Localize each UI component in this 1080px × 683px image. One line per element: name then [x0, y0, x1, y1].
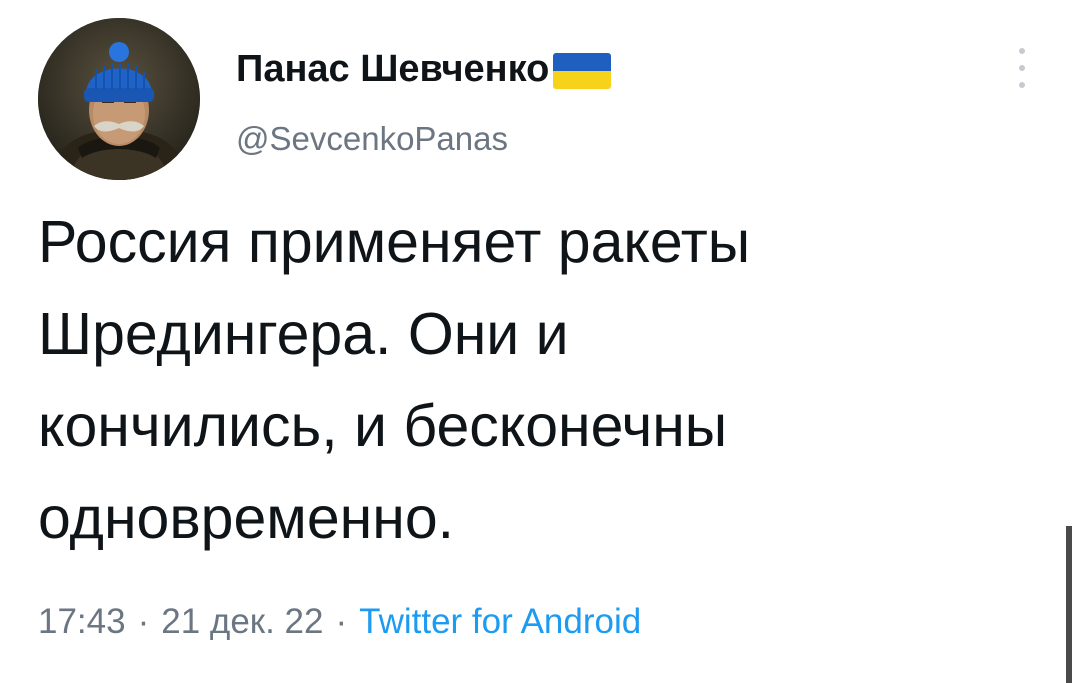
ukraine-flag-icon	[553, 53, 612, 89]
author-display-name[interactable]: Панас Шевченко	[236, 48, 549, 91]
author-handle[interactable]: @SevcenkoPanas	[236, 120, 508, 158]
author-name-row[interactable]: Панас Шевченко	[236, 44, 612, 94]
scrollbar[interactable]	[1066, 526, 1072, 683]
tweet-source-link[interactable]: Twitter for Android	[359, 602, 641, 642]
more-options-icon[interactable]	[1012, 48, 1032, 88]
tweet-time[interactable]: 17:43	[38, 602, 126, 642]
tweet-meta: 17:43 · 21 дек. 22 · Twitter for Android	[38, 602, 641, 642]
meta-separator: ·	[335, 602, 348, 641]
portrait-avatar-icon	[38, 18, 200, 180]
tweet-text: Россия применяет ракеты Шредингера. Они …	[38, 209, 751, 551]
author-avatar[interactable]	[38, 18, 200, 180]
tweet-date[interactable]: 21 дек. 22	[161, 602, 323, 642]
tweet-card: Панас Шевченко @SevcenkoPanas Россия при…	[0, 0, 1080, 683]
meta-separator: ·	[137, 602, 150, 641]
